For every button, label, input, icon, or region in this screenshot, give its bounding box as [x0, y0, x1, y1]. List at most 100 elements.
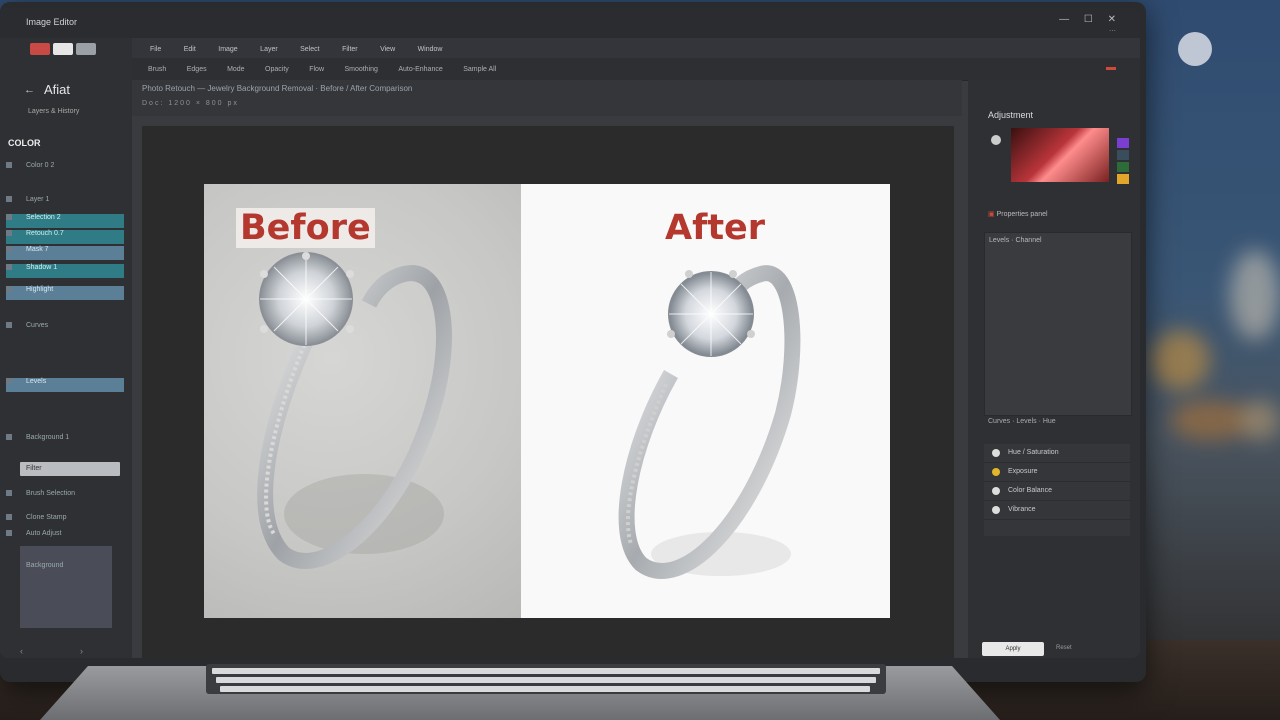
key-row [216, 677, 876, 683]
adjustment-item[interactable]: Hue / Saturation [984, 444, 1130, 463]
history-label: Clone Stamp [26, 514, 67, 521]
after-half: After [521, 184, 890, 618]
history-label: Background [26, 562, 64, 569]
color-swatch[interactable] [1117, 138, 1129, 148]
laptop [40, 660, 1000, 720]
history-item[interactable]: Background [26, 562, 106, 576]
document-image[interactable]: Before After [204, 184, 890, 618]
color-picker-field[interactable] [1011, 128, 1109, 182]
menu-item[interactable]: Layer [260, 40, 278, 60]
before-half: Before [204, 184, 521, 618]
color-swatch[interactable] [1117, 162, 1129, 172]
color-heading: COLOR [8, 138, 41, 148]
record-icon[interactable] [30, 43, 50, 55]
tab-history[interactable] [76, 43, 96, 55]
window-controls[interactable]: — ☐ ✕ [1059, 14, 1122, 25]
toggle-icon[interactable] [992, 506, 1000, 514]
layer-visibility-icon[interactable] [6, 214, 12, 221]
eyedropper-icon[interactable] [991, 135, 1001, 145]
layer-item[interactable]: Mask 7 [6, 246, 124, 260]
history-item[interactable]: Auto Adjust [6, 530, 124, 544]
adjustment-item[interactable]: Vibrance [984, 501, 1130, 520]
back-arrow-icon[interactable]: ← [24, 84, 35, 96]
document-info-bar: Photo Retouch — Jewelry Background Remov… [132, 80, 962, 116]
window-status: ⋯ [1109, 28, 1116, 35]
layer-visibility-icon[interactable] [6, 264, 12, 271]
left-panel-tabs [30, 42, 99, 60]
option-item[interactable]: Sample All [463, 59, 496, 81]
toggle-icon[interactable] [992, 487, 1000, 495]
menu-item[interactable]: File [150, 40, 161, 60]
apply-button[interactable]: Apply [982, 642, 1044, 656]
history-item[interactable]: Brush Selection [6, 490, 124, 504]
layer-visibility-icon[interactable] [6, 434, 12, 441]
option-item[interactable]: Flow [309, 59, 324, 81]
properties-row[interactable]: ▣ Properties panel [988, 210, 1128, 224]
adjustment-title: Adjustment [988, 110, 1034, 120]
layer-item[interactable]: Color 0 2 [6, 162, 124, 176]
layer-visibility-icon[interactable] [6, 162, 12, 169]
layer-visibility-icon[interactable] [6, 322, 12, 329]
option-item[interactable]: Auto-Enhance [398, 59, 442, 81]
layer-item[interactable]: Background 1 [6, 434, 124, 448]
keyboard [206, 664, 886, 694]
chevron-left-icon[interactable]: ‹ [20, 646, 23, 656]
menu-item[interactable]: Image [218, 40, 237, 60]
layer-label: Levels [26, 378, 47, 385]
layer-item[interactable]: Selection 2 [6, 214, 124, 228]
document-size: Doc: 1200 × 800 px [142, 100, 239, 107]
layer-label: Curves [26, 322, 49, 329]
layer-visibility-icon[interactable] [6, 196, 12, 203]
properties-icon: ▣ [988, 211, 997, 218]
toggle-icon[interactable] [992, 449, 1000, 457]
history-preview: Background [20, 546, 112, 628]
layer-label: Highlight [26, 286, 54, 293]
layer-item[interactable]: Highlight [6, 286, 124, 300]
toggle-icon[interactable] [992, 468, 1000, 476]
window-title: Image Editor [26, 17, 78, 27]
history-item[interactable]: Clone Stamp [6, 514, 124, 528]
color-swatch[interactable] [1117, 150, 1129, 160]
menu-item[interactable]: Edit [184, 40, 196, 60]
layer-visibility-icon[interactable] [6, 246, 12, 253]
reset-button[interactable]: Reset [1056, 645, 1072, 651]
menu-item[interactable]: Filter [342, 40, 358, 60]
color-swatch[interactable] [1117, 174, 1129, 184]
adjustment-item[interactable]: Color Balance [984, 482, 1130, 501]
adjustment-label: Color Balance [1008, 487, 1052, 494]
adjustment-label: Vibrance [1008, 506, 1036, 513]
option-item[interactable]: Brush [148, 59, 166, 81]
layer-label: Shadow 1 [26, 264, 58, 271]
menu-item[interactable]: Window [418, 40, 443, 60]
option-item[interactable]: Opacity [265, 59, 289, 81]
layer-item[interactable]: Retouch 0.7 [6, 230, 124, 244]
option-item[interactable]: Smoothing [344, 59, 377, 81]
layer-visibility-icon[interactable] [6, 378, 12, 385]
chevron-right-icon[interactable]: › [80, 646, 83, 656]
layer-item[interactable]: Curves [6, 322, 124, 336]
key-row [212, 668, 880, 674]
properties-panel: Levels · Channel [984, 232, 1132, 416]
layer-item[interactable]: Layer 1 [6, 196, 124, 210]
layer-filter-input[interactable]: Filter [20, 462, 120, 476]
option-item[interactable]: Mode [227, 59, 245, 81]
menu-bar: File Edit Image Layer Select Filter View… [132, 38, 1140, 58]
adjustments-list: Hue / Saturation Exposure Color Balance … [984, 444, 1130, 536]
document-title: Photo Retouch — Jewelry Background Remov… [142, 84, 413, 93]
adjustment-item[interactable]: Exposure [984, 463, 1130, 482]
canvas-area[interactable]: Before After [142, 126, 954, 658]
adjustment-label: Exposure [1008, 468, 1038, 475]
bokeh-light [1170, 400, 1250, 440]
menu-item[interactable]: Select [300, 40, 319, 60]
tab-layers[interactable] [53, 43, 73, 55]
layer-visibility-icon[interactable] [6, 230, 12, 237]
option-item[interactable]: Edges [187, 59, 207, 81]
layer-label: Background 1 [26, 434, 70, 441]
warning-icon[interactable]: ▬ [1106, 62, 1116, 73]
layer-visibility-icon[interactable] [6, 286, 12, 293]
panel-subtitle: Layers & History [28, 108, 80, 115]
layer-item[interactable]: Shadow 1 [6, 264, 124, 278]
layer-item[interactable]: Levels [6, 378, 124, 392]
layer-label: Color 0 2 [26, 162, 55, 169]
menu-item[interactable]: View [380, 40, 395, 60]
